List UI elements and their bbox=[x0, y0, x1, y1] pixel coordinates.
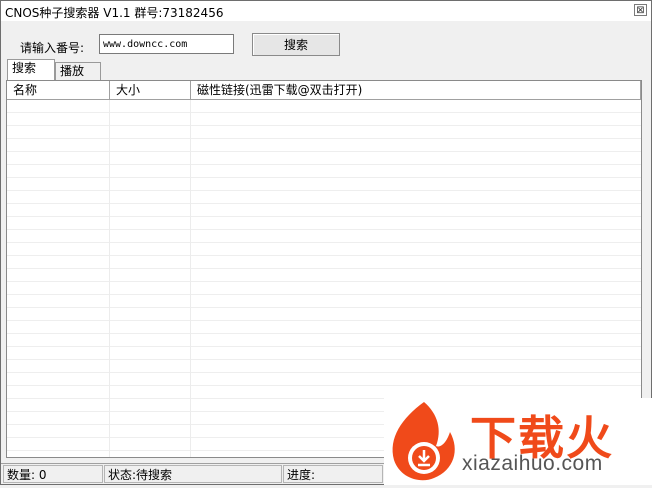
window-title: CNOS种子搜索器 V1.1 群号:73182456 bbox=[5, 6, 224, 20]
search-button[interactable]: 搜索 bbox=[252, 33, 340, 56]
title-bar[interactable]: CNOS种子搜索器 V1.1 群号:73182456 ⊠ bbox=[1, 1, 651, 21]
search-input[interactable] bbox=[99, 34, 234, 54]
status-state: 状态:待搜索 bbox=[104, 465, 282, 483]
tab-search[interactable]: 搜索 bbox=[7, 59, 55, 80]
search-label: 请输入番号: bbox=[20, 41, 85, 55]
column-header-size[interactable]: 大小 bbox=[110, 81, 191, 99]
watermark-logo: 下载火 xiazaihuo.com bbox=[384, 398, 652, 485]
column-header-name[interactable]: 名称 bbox=[7, 81, 110, 99]
close-icon[interactable]: ⊠ bbox=[634, 4, 647, 16]
list-header: 名称 大小 磁性链接(迅雷下载@双击打开) bbox=[7, 81, 641, 100]
status-progress: 进度: bbox=[283, 465, 383, 483]
flame-logo-icon bbox=[392, 402, 455, 481]
watermark-url: xiazaihuo.com bbox=[462, 452, 603, 475]
tab-play[interactable]: 播放 bbox=[55, 62, 101, 80]
status-count: 数量: 0 bbox=[3, 465, 103, 483]
column-header-magnet-link[interactable]: 磁性链接(迅雷下载@双击打开) bbox=[191, 81, 641, 99]
